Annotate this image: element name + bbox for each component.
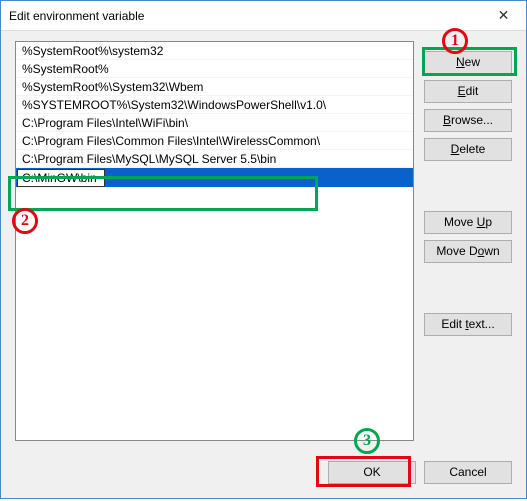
spacer bbox=[424, 269, 512, 307]
btn-label-rest: ext... bbox=[469, 317, 495, 331]
move-down-button[interactable]: Move Down bbox=[424, 240, 512, 263]
btn-label-pre: Edit bbox=[441, 317, 465, 331]
delete-button[interactable]: Delete bbox=[424, 138, 512, 161]
list-item[interactable]: C:\Program Files\Common Files\Intel\Wire… bbox=[16, 132, 413, 150]
footer-buttons: OK Cancel bbox=[328, 461, 512, 484]
btn-label-rest: ew bbox=[465, 55, 480, 69]
dialog-content: %SystemRoot%\system32 %SystemRoot% %Syst… bbox=[1, 31, 526, 498]
list-item-editing[interactable] bbox=[16, 168, 413, 188]
new-button[interactable]: New bbox=[424, 51, 512, 74]
path-edit-input[interactable] bbox=[17, 169, 105, 187]
edit-button[interactable]: Edit bbox=[424, 80, 512, 103]
close-icon: ✕ bbox=[498, 7, 510, 24]
button-column: New Edit Browse... Delete Move Up Move D… bbox=[424, 41, 512, 484]
list-item[interactable]: %SystemRoot%\system32 bbox=[16, 42, 413, 60]
btn-label-rest: elete bbox=[459, 142, 485, 156]
list-item[interactable]: %SYSTEMROOT%\System32\WindowsPowerShell\… bbox=[16, 96, 413, 114]
dialog-window: Edit environment variable ✕ %SystemRoot%… bbox=[0, 0, 527, 499]
mnemonic: B bbox=[443, 113, 451, 127]
btn-label-pre: Move D bbox=[436, 244, 477, 258]
close-button[interactable]: ✕ bbox=[481, 1, 526, 31]
mnemonic: D bbox=[451, 142, 460, 156]
list-item[interactable]: %SystemRoot% bbox=[16, 60, 413, 78]
move-up-button[interactable]: Move Up bbox=[424, 211, 512, 234]
mnemonic: E bbox=[458, 84, 466, 98]
btn-label-rest: dit bbox=[466, 84, 479, 98]
ok-button[interactable]: OK bbox=[328, 461, 416, 484]
titlebar: Edit environment variable ✕ bbox=[1, 1, 526, 31]
list-item[interactable]: C:\Program Files\MySQL\MySQL Server 5.5\… bbox=[16, 150, 413, 168]
window-title: Edit environment variable bbox=[1, 9, 144, 23]
btn-label-rest: rowse... bbox=[451, 113, 493, 127]
spacer bbox=[424, 167, 512, 205]
list-item[interactable]: %SystemRoot%\System32\Wbem bbox=[16, 78, 413, 96]
list-item[interactable]: C:\Program Files\Intel\WiFi\bin\ bbox=[16, 114, 413, 132]
edit-text-button[interactable]: Edit text... bbox=[424, 313, 512, 336]
browse-button[interactable]: Browse... bbox=[424, 109, 512, 132]
btn-label-rest: wn bbox=[484, 244, 499, 258]
cancel-button[interactable]: Cancel bbox=[424, 461, 512, 484]
mnemonic: N bbox=[456, 55, 465, 69]
btn-label-rest: p bbox=[485, 215, 492, 229]
path-listbox[interactable]: %SystemRoot%\system32 %SystemRoot% %Syst… bbox=[15, 41, 414, 441]
btn-label-pre: Move bbox=[444, 215, 477, 229]
